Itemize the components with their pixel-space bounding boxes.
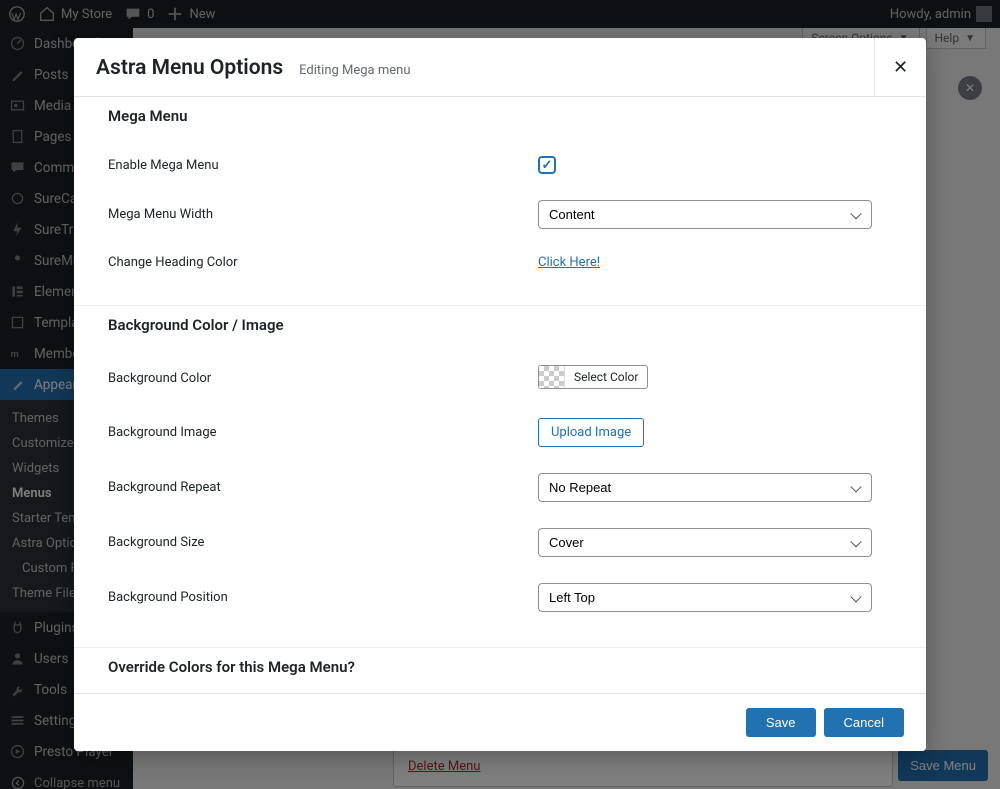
section-mega-menu: Mega Menu Enable Mega Menu Mega Menu Wid… — [74, 97, 926, 305]
row-heading-color: Change Heading Color Click Here! — [108, 242, 892, 283]
modal-subtitle: Editing Mega menu — [299, 63, 410, 78]
bg-color-picker[interactable]: Select Color — [538, 365, 648, 389]
row-bg-image: Background Image Upload Image — [108, 405, 892, 460]
row-enable-mega: Enable Mega Menu — [108, 143, 892, 187]
save-button[interactable]: Save — [746, 708, 816, 737]
bg-position-label: Background Position — [108, 590, 538, 605]
astra-menu-modal: Astra Menu Options Editing Mega menu ✕ M… — [74, 38, 926, 751]
row-bg-size: Background Size Cover — [108, 515, 892, 570]
modal-footer: Save Cancel — [74, 693, 926, 751]
row-bg-position: Background Position Left Top — [108, 570, 892, 625]
section-heading: Mega Menu — [108, 107, 892, 125]
heading-color-label: Change Heading Color — [108, 255, 538, 270]
bg-image-label: Background Image — [108, 425, 538, 440]
select-color-label: Select Color — [565, 366, 647, 388]
modal-title: Astra Menu Options — [96, 56, 283, 80]
bg-repeat-select[interactable]: No Repeat — [538, 473, 872, 502]
modal-close-button[interactable]: ✕ — [874, 38, 926, 96]
close-icon: ✕ — [893, 57, 908, 78]
mega-width-label: Mega Menu Width — [108, 207, 538, 222]
modal-body: Mega Menu Enable Mega Menu Mega Menu Wid… — [74, 97, 926, 693]
bg-position-select[interactable]: Left Top — [538, 583, 872, 612]
enable-mega-checkbox[interactable] — [538, 156, 556, 174]
transparent-swatch-icon — [539, 366, 565, 388]
enable-mega-label: Enable Mega Menu — [108, 158, 538, 173]
section-heading: Background Color / Image — [108, 316, 892, 334]
row-bg-repeat: Background Repeat No Repeat — [108, 460, 892, 515]
section-heading: Override Colors for this Mega Menu? — [108, 658, 892, 676]
row-mega-width: Mega Menu Width Content — [108, 187, 892, 242]
modal-header: Astra Menu Options Editing Mega menu ✕ — [74, 38, 926, 97]
mega-width-select[interactable]: Content — [538, 200, 872, 229]
bg-color-label: Background Color — [108, 371, 538, 386]
bg-repeat-label: Background Repeat — [108, 480, 538, 495]
bg-size-select[interactable]: Cover — [538, 528, 872, 557]
heading-color-link[interactable]: Click Here! — [538, 255, 600, 270]
upload-image-button[interactable]: Upload Image — [538, 418, 644, 447]
row-bg-color: Background Color Select Color — [108, 352, 892, 405]
cancel-button[interactable]: Cancel — [824, 708, 904, 737]
section-background: Background Color / Image Background Colo… — [74, 305, 926, 647]
section-override: Override Colors for this Mega Menu? — [74, 647, 926, 693]
bg-size-label: Background Size — [108, 535, 538, 550]
